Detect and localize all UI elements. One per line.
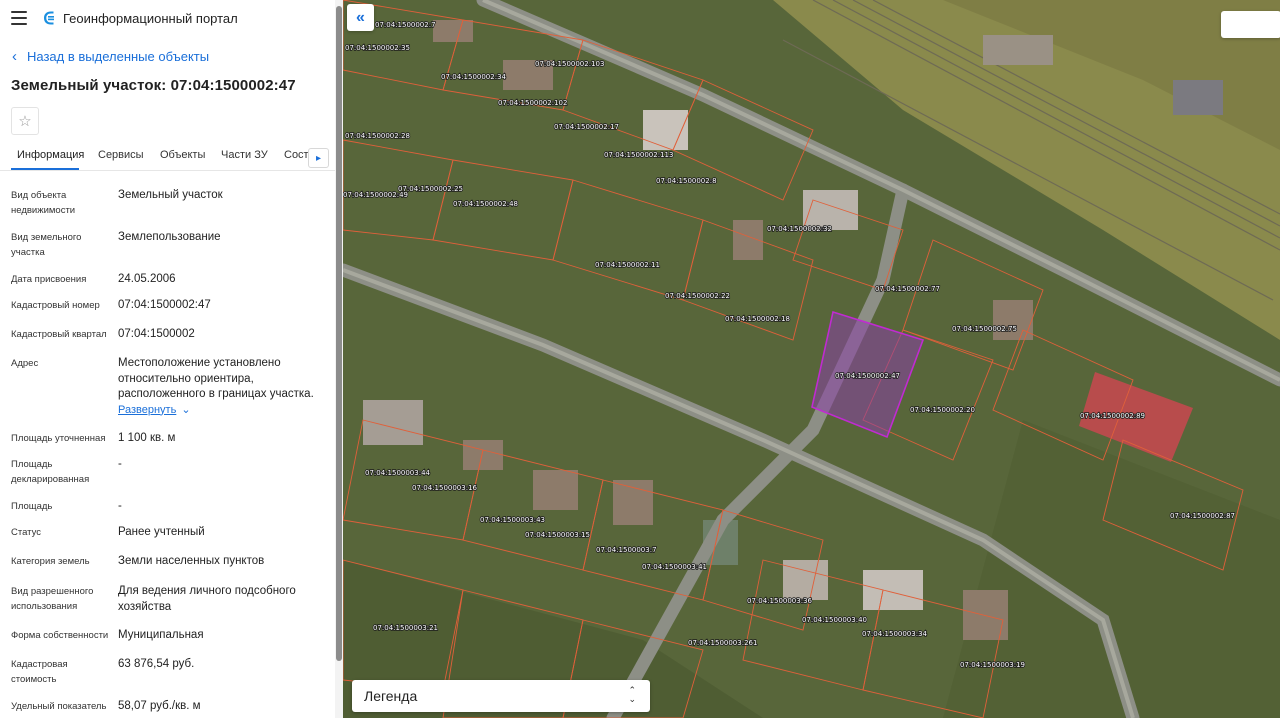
parcel-label: 07:04:1500002:7 (375, 21, 436, 29)
top-bar: Геоинформационный портал (0, 0, 343, 36)
property-label: Вид объекта недвижимости (11, 190, 76, 216)
property-value: 24.05.2006 (118, 273, 176, 285)
chevron-down-icon: ⌄ (181, 403, 191, 416)
panel-scrollbar[interactable] (335, 0, 343, 718)
parcel-label: 07:04:1500002:20 (910, 406, 975, 414)
parcel-label: 07:04:1500002:103 (535, 60, 604, 68)
parcel-label: 07:04:1500002:87 (1170, 512, 1235, 520)
parcel-label: 07:04:1500002:75 (952, 325, 1017, 333)
parcel-label: 07:04:1500002:18 (725, 315, 790, 323)
favorite-button[interactable]: ☆ (11, 107, 39, 135)
parcel-label: 07:04:1500003:261 (688, 639, 757, 647)
tab-objects[interactable]: Объекты (160, 149, 205, 161)
property-label: Кадастровая стоимость (11, 659, 68, 685)
parcel-label: 07:04:1500003:21 (373, 624, 438, 632)
back-to-selected-link[interactable]: ‹ Назад в выделенные объекты (12, 49, 209, 64)
property-label: Дата присвоения (11, 274, 87, 285)
property-label: Категория земель (11, 556, 90, 567)
property-value: Землепользование (118, 231, 221, 243)
property-value: 07:04:1500002 (118, 328, 195, 340)
parcel-label: 07:04:1500003:7 (596, 546, 657, 554)
property-label: Площадь декларированная (11, 459, 90, 485)
parcel-label: 07:04:1500002:28 (345, 132, 410, 140)
legend-dropdown[interactable]: Легенда ⌃ ⌄ (352, 680, 650, 712)
map-view[interactable]: 07:04:1500002:7 07:04:1500002:35 07:04:1… (343, 0, 1280, 718)
map-control-button[interactable] (1221, 11, 1280, 38)
property-label: Площадь (11, 501, 53, 512)
parcel-label: 07:04:1500002:17 (554, 123, 619, 131)
parcel-label: 07:04:1500003:19 (960, 661, 1025, 669)
tab-bar: Информация Сервисы Объекты Части ЗУ Сост… (0, 143, 343, 171)
property-label: Вид разрешенного использования (11, 586, 94, 612)
property-label: Адрес (11, 358, 39, 369)
parcel-label: 07:04:1500003:40 (802, 616, 867, 624)
portal-logo-icon (44, 11, 54, 25)
parcel-label: 07:04:1500002:47 (835, 372, 900, 380)
parcel-label: 07:04:1500002:48 (453, 200, 518, 208)
parcel-label: 07:04:1500003:43 (480, 516, 545, 524)
property-value: Земли населенных пунктов (118, 555, 265, 567)
property-value: Ранее учтенный (118, 526, 205, 538)
tabs-scroll-right-button[interactable]: ▸ (308, 148, 329, 168)
object-title: Земельный участок: 07:04:1500002:47 (11, 77, 296, 94)
parcel-label: 07:04:1500003:16 (412, 484, 478, 492)
parcel-label: 07:04:1500002:11 (595, 261, 660, 269)
double-chevron-left-icon: « (356, 8, 365, 26)
collapse-panel-button[interactable]: « (347, 4, 374, 31)
caret-right-icon: ▸ (315, 152, 322, 164)
parcel-label: 07:04:1500003:44 (365, 469, 431, 477)
expand-collapse-icon: ⌃ ⌄ (628, 685, 636, 704)
property-value: - (118, 500, 122, 512)
property-label: Вид земельного участка (11, 232, 82, 258)
property-label: Статус (11, 527, 42, 538)
tab-information[interactable]: Информация (17, 149, 84, 161)
parcel-label: 07:04:1500002:113 (604, 151, 673, 159)
property-label: Форма собственности (11, 630, 109, 641)
parcel-label: 07:04:1500003:34 (862, 630, 928, 638)
parcel-label: 07:04:1500002:34 (441, 73, 507, 81)
property-value: Для ведения личного подсобного хозяйства (118, 585, 296, 613)
address-text: Местоположение установлено относительно … (118, 357, 314, 400)
tab-services[interactable]: Сервисы (98, 149, 144, 161)
parcel-label: 07:04:1500003:36 (747, 597, 813, 605)
info-panel: Геоинформационный портал ‹ Назад в выдел… (0, 0, 343, 718)
property-value: 07:04:1500002:47 (118, 299, 211, 311)
expand-address-link[interactable]: Развернуть ⌄ (118, 403, 191, 419)
property-label: Кадастровый номер (11, 300, 100, 311)
property-value: 63 876,54 руб. (118, 658, 195, 670)
chevron-left-icon: ‹ (12, 48, 17, 65)
menu-icon[interactable] (11, 11, 27, 25)
star-icon: ☆ (18, 113, 32, 130)
property-value: Земельный участок (118, 189, 223, 201)
property-value: Муниципальная (118, 629, 204, 641)
expand-link-label: Развернуть (118, 403, 177, 416)
back-link-label: Назад в выделенные объекты (27, 49, 210, 64)
legend-label: Легенда (364, 688, 418, 704)
active-tab-indicator (11, 168, 79, 170)
property-label: Удельный показатель (11, 701, 107, 712)
scrollbar-thumb[interactable] (336, 6, 342, 661)
app-title: Геоинформационный портал (63, 11, 238, 26)
parcel-label: 07:04:1500002:89 (1080, 412, 1145, 420)
parcel-label: 07:04:1500002:22 (665, 292, 730, 300)
parcel-label: 07:04:1500003:15 (525, 531, 590, 539)
tab-land-parts[interactable]: Части ЗУ (221, 149, 268, 161)
property-value: 58,07 руб./кв. м (118, 700, 201, 712)
parcel-label: 07:04:1500002:102 (498, 99, 567, 107)
property-value: 1 100 кв. м (118, 432, 176, 444)
property-label: Площадь уточненная (11, 433, 106, 444)
parcel-label: 07:04:1500002:25 (398, 185, 463, 193)
satellite-map[interactable]: 07:04:1500002:7 07:04:1500002:35 07:04:1… (343, 0, 1280, 718)
parcel-label: 07:04:1500003:41 (642, 563, 707, 571)
parcel-label: 07:04:1500002:35 (345, 44, 410, 52)
parcel-label: 07:04:1500002:8 (656, 177, 717, 185)
property-label: Кадастровый квартал (11, 329, 107, 340)
parcel-label: 07:04:1500002:32 (767, 225, 832, 233)
parcel-label: 07:04:1500002:77 (875, 285, 940, 293)
property-value: - (118, 458, 122, 470)
property-value: Местоположение установлено относительно … (118, 356, 328, 418)
